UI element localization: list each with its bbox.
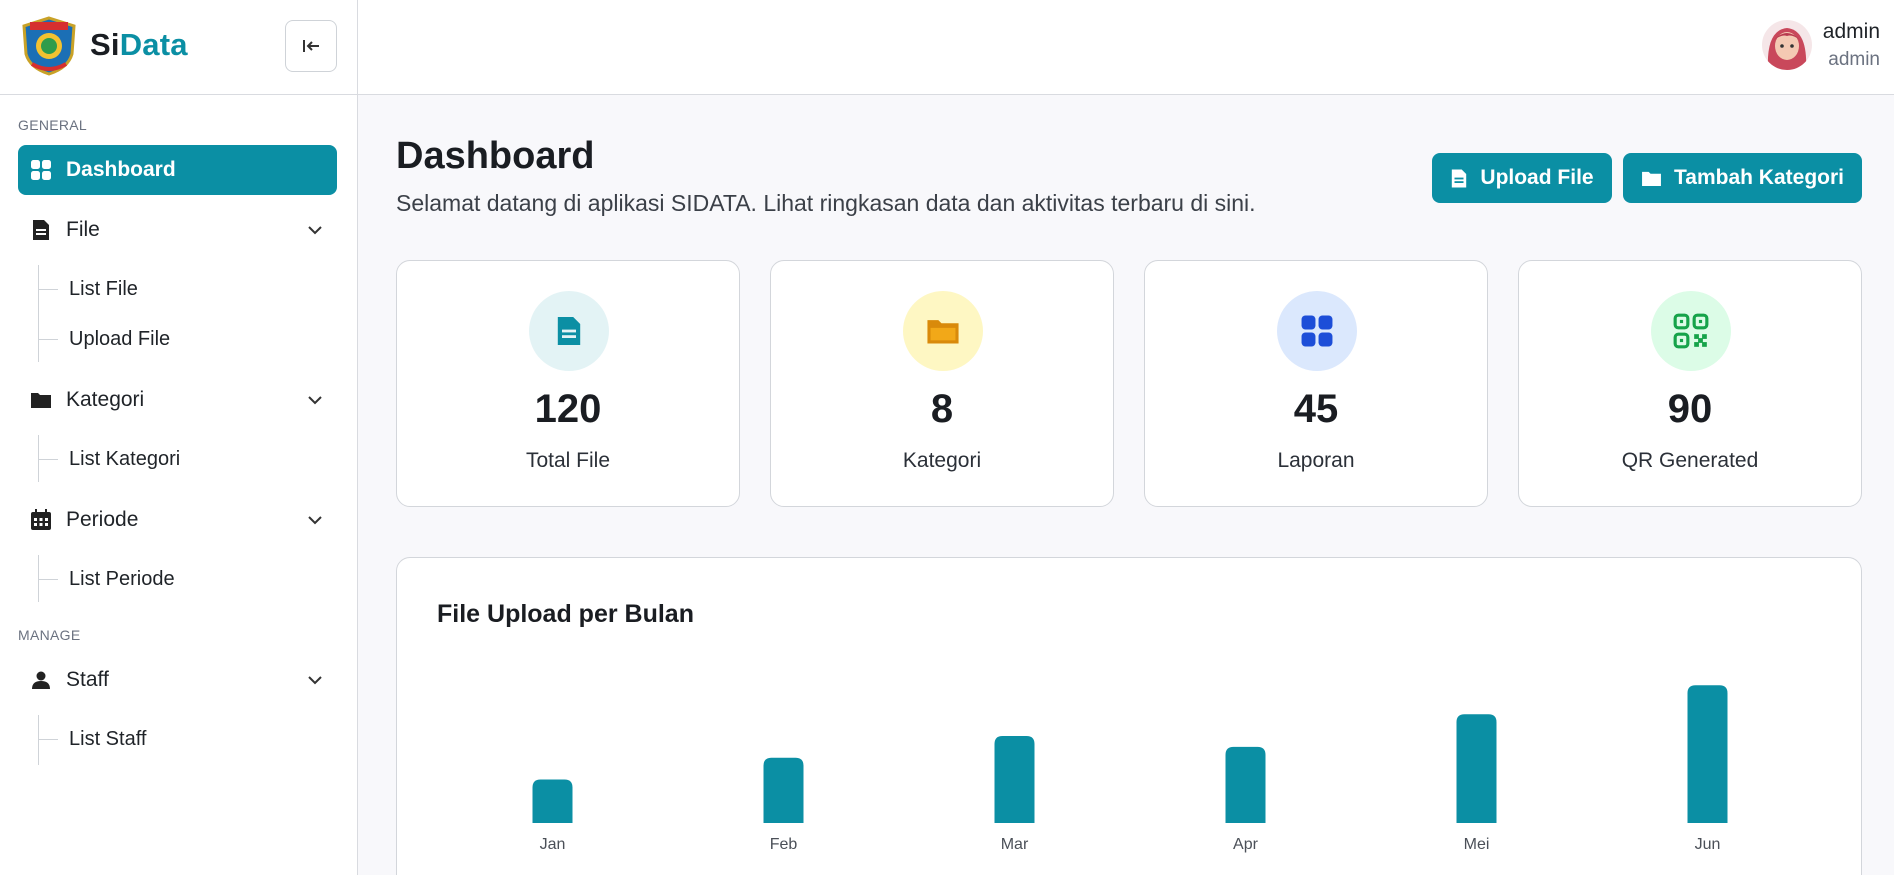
sidebar-item-file[interactable]: File: [18, 205, 337, 255]
chart-bar-jun[interactable]: [1687, 685, 1728, 823]
add-category-button[interactable]: Tambah Kategori: [1623, 153, 1862, 203]
sidebar-item-dashboard[interactable]: Dashboard: [18, 145, 337, 195]
sidebar-item-staff[interactable]: Staff: [18, 655, 337, 705]
sidebar-subitem-list-file[interactable]: List File: [69, 278, 138, 301]
dashboard-grid-icon: [30, 159, 52, 181]
sidebar-item-label: Dashboard: [66, 158, 176, 181]
file-submenu: [38, 265, 39, 362]
chart-bar-mei[interactable]: [1456, 714, 1497, 823]
sidebar-item-label: File: [66, 218, 100, 241]
stat-value: 90: [1667, 387, 1713, 431]
user-name: admin: [1822, 20, 1880, 43]
stat-value: 45: [1293, 387, 1339, 431]
sidebar-subitem-upload-file[interactable]: Upload File: [69, 328, 170, 351]
bar-chart: Jan Feb Mar Apr Mei Jun: [532, 685, 1728, 853]
add-category-label: Tambah Kategori: [1674, 166, 1844, 189]
chart-bar-jan[interactable]: [532, 779, 573, 824]
sidebar-subitem-list-periode[interactable]: List Periode: [69, 568, 175, 591]
stat-card-laporan: 45 Laporan: [1144, 260, 1488, 507]
chevron-down-icon: [308, 676, 322, 685]
brand-name-data: Data: [119, 27, 188, 62]
section-label-manage: MANAGE: [18, 627, 81, 643]
upload-file-label: Upload File: [1480, 166, 1594, 189]
folder-icon: [1642, 171, 1661, 186]
sidata-logo: [18, 14, 80, 76]
chart-x-tick-label: Mar: [1001, 836, 1029, 853]
chart-bar-apr[interactable]: [1225, 746, 1266, 823]
stat-label: QR Generated: [1621, 449, 1759, 472]
sidebar-subitem-list-kategori[interactable]: List Kategori: [69, 448, 180, 471]
file-icon: [30, 219, 52, 241]
upload-file-button[interactable]: Upload File: [1432, 153, 1612, 203]
topbar: admin admin: [358, 0, 1894, 95]
chart-x-tick-label: Jun: [1695, 836, 1721, 853]
grid-icon: [1277, 291, 1357, 371]
chevron-down-icon: [308, 396, 322, 405]
brand-header: SiData: [0, 0, 357, 95]
sidebar-item-kategori[interactable]: Kategori: [18, 375, 337, 425]
qr-icon: [1651, 291, 1731, 371]
stat-card-qr-generated: 90 QR Generated: [1518, 260, 1862, 507]
stat-card-total-file: 120 Total File: [396, 260, 740, 507]
chevron-down-icon: [308, 226, 322, 235]
collapse-left-icon: [303, 40, 319, 52]
chart-x-tick-label: Feb: [770, 836, 798, 853]
page-subtitle: Selamat datang di aplikasi SIDATA. Lihat…: [396, 190, 1256, 216]
brand-name-si: Si: [90, 27, 120, 62]
stat-value: 120: [534, 387, 602, 431]
stat-label: Total File: [525, 449, 611, 472]
staff-submenu: [38, 715, 39, 765]
sidebar-item-periode[interactable]: Periode: [18, 495, 337, 545]
sidebar-item-label: Staff: [66, 668, 109, 691]
sidebar-subitem-list-staff[interactable]: List Staff: [69, 728, 146, 751]
sidebar-item-label: Periode: [66, 508, 139, 531]
chevron-down-icon: [308, 516, 322, 525]
chart-x-tick-label: Jan: [540, 836, 566, 853]
user-icon: [30, 669, 52, 691]
chart-x-tick-label: Mei: [1464, 836, 1490, 853]
avatar[interactable]: [1762, 20, 1812, 70]
stat-value: 8: [930, 387, 954, 431]
user-role: admin: [1828, 49, 1880, 70]
file-icon: [529, 291, 609, 371]
stat-label: Laporan: [1277, 449, 1355, 472]
sidebar: SiData GENERAL Dashboard File List File …: [0, 0, 358, 875]
calendar-icon: [30, 509, 52, 531]
brand-name: SiData: [90, 27, 188, 63]
sidebar-item-label: Kategori: [66, 388, 145, 411]
collapse-sidebar-button[interactable]: [285, 20, 337, 72]
page-title: Dashboard: [396, 135, 595, 177]
file-icon: [1452, 169, 1467, 187]
chart-card: File Upload per Bulan Jan Feb Mar Apr Mei Jun: [396, 557, 1862, 875]
chart-bar-feb[interactable]: [763, 757, 804, 823]
stat-card-kategori: 8 Kategori: [770, 260, 1114, 507]
chart-x-tick-label: Apr: [1233, 836, 1259, 853]
chart-bar-mar[interactable]: [994, 736, 1035, 823]
section-label-general: GENERAL: [18, 117, 88, 133]
folder-icon: [30, 389, 52, 411]
stat-label: Kategori: [902, 449, 982, 472]
folder-icon: [903, 291, 983, 371]
